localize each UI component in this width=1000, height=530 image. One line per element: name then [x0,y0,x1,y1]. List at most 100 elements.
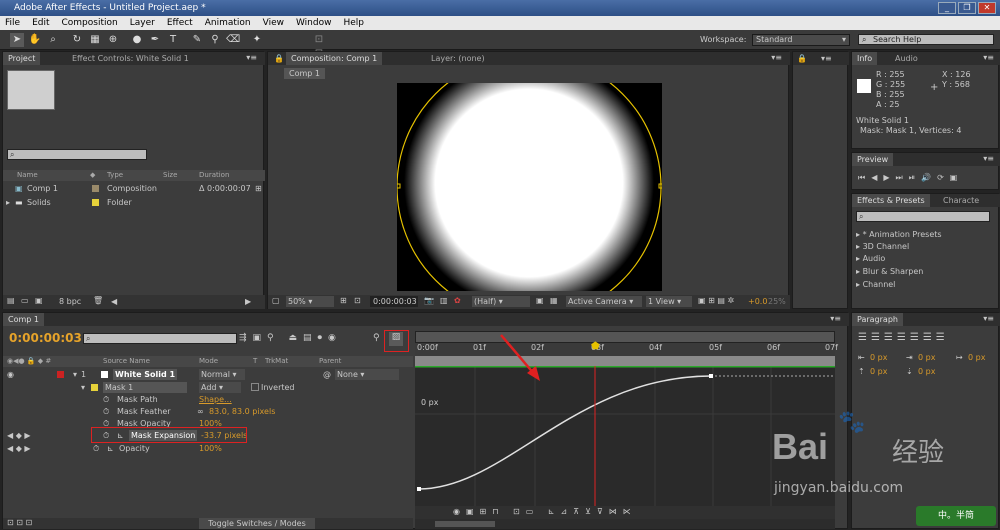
maximize-button[interactable]: ❐ [958,2,976,14]
clone-tool-icon[interactable]: ⚲ [208,33,222,47]
search-icon: ⌕ [859,212,864,221]
bpc-label[interactable]: 8 bpc [59,297,81,306]
zoom-tool-icon[interactable]: ⌕ [46,33,60,47]
tab-effect-controls[interactable]: Effect Controls: White Solid 1 [67,52,194,65]
zoom-slider[interactable] [435,521,495,527]
search-help-input[interactable]: ⌕ Search Help [858,34,994,45]
safe-margins-icon[interactable]: ⊞ [340,296,347,305]
transparency-grid-icon[interactable]: ▦ [550,296,558,305]
column-type[interactable]: Type [107,170,123,181]
brush-tool-icon[interactable]: ✎ [190,33,204,47]
watermark-brand: Bai [772,426,829,467]
indent-left-value[interactable]: 0 px [870,353,887,362]
effects-search-input[interactable]: ⌕ [856,211,990,222]
resolution-dropdown[interactable]: (Half) ▾ [472,296,530,307]
effect-category: Blur & Sharpen [862,267,924,276]
exposure-value[interactable]: +0.0 [748,297,767,306]
panel-menu-icon[interactable]: ▾≡ [246,53,257,62]
region-icon[interactable]: ▣ [536,296,544,305]
mask-tool-icon[interactable]: ● [130,33,144,47]
panel-menu-icon[interactable]: ▾≡ [983,154,994,163]
type-tool-icon[interactable]: T [166,33,180,47]
project-search-input[interactable]: ⌕ [7,149,147,160]
expand-arrow-icon[interactable]: ▸ [6,196,10,209]
comp-time-display[interactable]: 0:00:00:03 [370,296,418,307]
list-item-comp1[interactable]: ▣ Comp 1 Composition Δ 0:00:00:07 ⊞ [3,182,265,195]
column-duration[interactable]: Duration [199,170,229,181]
magnify-icon[interactable]: ▢ [272,296,280,305]
align-buttons-icon[interactable]: ☰☰☰☰☰☰☰ [858,332,949,343]
menu-window[interactable]: Window [296,16,332,30]
list-item[interactable]: ▸ Audio [856,252,885,265]
menu-composition[interactable]: Composition [62,16,118,30]
menu-animation[interactable]: Animation [205,16,251,30]
menu-edit[interactable]: Edit [32,16,49,30]
pan-behind-tool-icon[interactable]: ⊕ [106,33,120,47]
lock-icon[interactable]: 🔒 [797,54,807,63]
toggle-pixel-icon[interactable]: ▣ ⊞ ▤ ✲ [698,296,734,305]
show-snapshot-icon[interactable]: ▥ [440,296,448,305]
column-name[interactable]: Name [17,170,38,181]
space-after-value[interactable]: 0 px [918,367,935,376]
lock-icon[interactable]: 🔒 [274,54,284,63]
minimize-button[interactable]: _ [938,2,956,14]
comp-canvas[interactable] [395,54,664,320]
new-folder-icon[interactable]: ▭ [21,296,29,305]
rotate-tool-icon[interactable]: ↻ [70,33,84,47]
tab-paragraph[interactable]: Paragraph [852,313,903,326]
tab-effects-presets[interactable]: Effects & Presets [852,194,930,207]
puppet-tool-icon[interactable]: ✦ [250,33,264,47]
graph-tool-icons[interactable]: ◉▣⊞⊓ ⊡▭ ⊾⊿⊼⊻⊽⋈⋉ [453,507,637,516]
tab-composition[interactable]: Composition: Comp 1 [286,52,383,65]
list-item-solids[interactable]: ▸ ▬ Solids Folder [3,196,265,209]
space-before-value[interactable]: 0 px [870,367,887,376]
menu-help[interactable]: Help [343,16,364,30]
playhead-icon[interactable]: ⬟ [591,341,600,352]
menu-view[interactable]: View [263,16,284,30]
camera-tool-icon[interactable]: ▦ [88,33,102,47]
scroll-right-icon[interactable]: ▶ [245,297,251,306]
timeline-scroll[interactable] [415,519,835,529]
grid-icon[interactable]: ⊡ [354,296,361,305]
tab-character[interactable]: Characte [938,194,984,207]
camera-dropdown[interactable]: Active Camera ▾ [566,296,642,307]
zoom-dropdown[interactable]: 50% ▾ [286,296,334,307]
trash-icon[interactable]: 🗑 [93,296,103,305]
panel-menu-icon[interactable]: ▾≡ [983,53,994,62]
menu-bar: File Edit Composition Layer Effect Anima… [0,16,1000,30]
scroll-left-icon[interactable]: ◀ [111,297,117,306]
menu-effect[interactable]: Effect [167,16,193,30]
list-item[interactable]: ▸ Channel [856,278,895,291]
tab-preview[interactable]: Preview [852,153,894,166]
menu-layer[interactable]: Layer [130,16,155,30]
interpret-footage-icon[interactable]: ▤ [7,296,15,305]
channel-icon[interactable]: ✿ [454,296,461,305]
new-comp-icon[interactable]: ▣ [35,296,43,305]
tab-layer[interactable]: Layer: (none) [426,52,490,65]
workspace-dropdown[interactable]: Standard ▾ [752,34,850,46]
menu-file[interactable]: File [5,16,20,30]
column-size[interactable]: Size [163,170,177,181]
pen-tool-icon[interactable]: ✒ [148,33,162,47]
close-button[interactable]: ✕ [978,2,996,14]
eraser-tool-icon[interactable]: ⌫ [226,33,240,47]
tab-project[interactable]: Project [3,52,41,65]
tab-info[interactable]: Info [852,52,878,65]
axis-mode-icon[interactable]: ⊡ ⊡ ⊡ [312,33,326,73]
tab-audio[interactable]: Audio [890,52,923,65]
selection-tool-icon[interactable]: ➤ [10,33,24,47]
list-item[interactable]: ▸ Blur & Sharpen [856,265,923,278]
panel-menu-icon[interactable]: ▾≡ [821,54,832,63]
view-layout-dropdown[interactable]: 1 View ▾ [646,296,692,307]
panel-menu-icon[interactable]: ▾≡ [771,53,782,62]
info-r: R : 255 [876,70,905,79]
snapshot-icon[interactable]: 📷 [424,296,434,305]
playback-controls-icon[interactable]: ⏮◀▶⏭⏯🔊⟳▣ [858,173,963,183]
panel-menu-icon[interactable]: ▾≡ [983,314,994,323]
hand-tool-icon[interactable]: ✋ [28,33,42,47]
effect-category: Audio [862,254,886,263]
first-line-value[interactable]: 0 px [968,353,985,362]
indent-right-value[interactable]: 0 px [918,353,935,362]
comp-subtab[interactable]: Comp 1 [284,68,325,79]
flowchart-icon[interactable]: ⊞ [255,182,262,195]
